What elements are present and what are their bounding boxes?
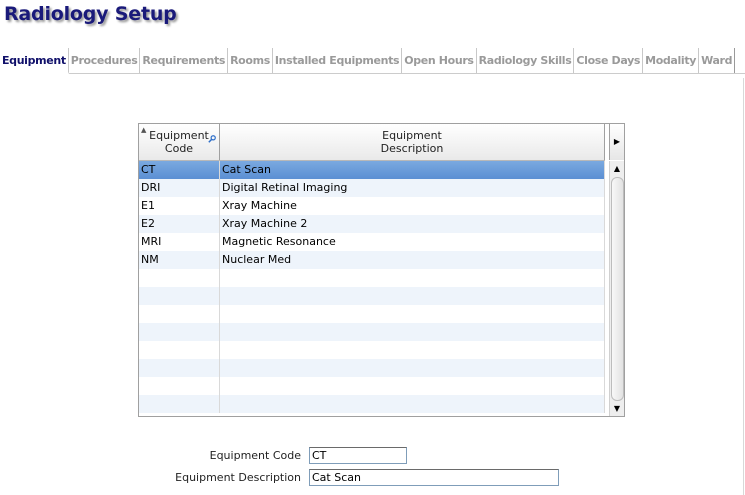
cell-equipment-code — [139, 269, 220, 287]
cell-equipment-description: Xray Machine 2 — [220, 215, 605, 233]
empty-table-row — [139, 359, 605, 377]
equipment-grid: ▲ Equipment Code Equipment Description ▶… — [138, 123, 625, 417]
empty-table-row — [139, 287, 605, 305]
tab-equipment[interactable]: Equipment — [0, 48, 69, 74]
empty-table-row — [139, 323, 605, 341]
cell-equipment-description — [220, 341, 605, 359]
grid-body: CT Cat Scan DRI Digital Retinal Imaging E1 Xr… — [139, 161, 605, 416]
tab-installed-equipments[interactable]: Installed Equipments — [273, 48, 403, 73]
empty-table-row — [139, 377, 605, 395]
cell-equipment-description — [220, 323, 605, 341]
table-row[interactable]: E1 Xray Machine — [139, 197, 605, 215]
cell-equipment-description — [220, 305, 605, 323]
tab-open-hours[interactable]: Open Hours — [402, 48, 477, 73]
empty-table-row — [139, 395, 605, 413]
column-header-equipment-code[interactable]: ▲ Equipment Code — [139, 124, 220, 160]
cell-equipment-description: Cat Scan — [220, 161, 605, 179]
table-row[interactable]: DRI Digital Retinal Imaging — [139, 179, 605, 197]
sort-indicator-icon: ▲ — [141, 126, 147, 134]
cell-equipment-code — [139, 287, 220, 305]
tab-modality[interactable]: Modality — [643, 48, 700, 73]
equipment-code-label: Equipment Code — [209, 449, 301, 462]
tab-requirements[interactable]: Requirements — [140, 48, 229, 73]
magnifier-icon[interactable] — [208, 135, 216, 143]
cell-equipment-code — [139, 359, 220, 377]
table-row[interactable]: NM Nuclear Med — [139, 251, 605, 269]
tab-close-days[interactable]: Close Days — [574, 48, 644, 73]
cell-equipment-code — [139, 323, 220, 341]
table-row[interactable]: CT Cat Scan — [139, 161, 605, 179]
cell-equipment-code — [139, 377, 220, 395]
triangle-up-icon: ▲ — [613, 164, 621, 173]
column-menu-button[interactable]: ▶ — [609, 124, 624, 160]
cell-equipment-code: MRI — [139, 233, 220, 251]
equipment-code-field[interactable] — [309, 447, 407, 464]
table-row[interactable]: E2 Xray Machine 2 — [139, 215, 605, 233]
tab-procedures[interactable]: Procedures — [69, 48, 141, 73]
cell-equipment-code: DRI — [139, 179, 220, 197]
cell-equipment-description — [220, 359, 605, 377]
cell-equipment-code: E1 — [139, 197, 220, 215]
scrollbar-thumb[interactable] — [611, 177, 624, 401]
panel-right-border — [743, 78, 744, 495]
cell-equipment-code — [139, 395, 220, 413]
cell-equipment-description: Digital Retinal Imaging — [220, 179, 605, 197]
equipment-description-label: Equipment Description — [175, 471, 301, 484]
triangle-right-icon: ▶ — [613, 137, 621, 146]
column-header-equipment-description[interactable]: Equipment Description — [220, 124, 605, 160]
table-row[interactable]: MRI Magnetic Resonance — [139, 233, 605, 251]
cell-equipment-code — [139, 305, 220, 323]
tab-ward[interactable]: Ward — [699, 48, 736, 73]
cell-equipment-description: Xray Machine — [220, 197, 605, 215]
scroll-up-button[interactable]: ▲ — [610, 161, 624, 176]
cell-equipment-code: E2 — [139, 215, 220, 233]
cell-equipment-code: NM — [139, 251, 220, 269]
cell-equipment-description: Nuclear Med — [220, 251, 605, 269]
cell-equipment-description — [220, 269, 605, 287]
grid-header: ▲ Equipment Code Equipment Description — [139, 124, 605, 161]
cell-equipment-description — [220, 377, 605, 395]
empty-table-row — [139, 341, 605, 359]
column-header-desc-line2: Description — [380, 142, 444, 155]
equipment-description-field[interactable] — [309, 469, 559, 486]
cell-equipment-code: CT — [139, 161, 220, 179]
empty-table-row — [139, 269, 605, 287]
column-header-code-line2: Code — [164, 142, 194, 155]
cell-equipment-description: Magnetic Resonance — [220, 233, 605, 251]
cell-equipment-description — [220, 287, 605, 305]
tab-bar: Equipment Procedures Requirements Rooms Inst… — [0, 48, 745, 74]
scroll-down-button[interactable]: ▼ — [610, 401, 624, 416]
column-header-code-line1: Equipment — [149, 129, 209, 142]
page-title: Radiology Setup — [4, 3, 177, 25]
grid-vertical-scrollbar[interactable]: ▲ ▼ — [609, 161, 624, 416]
tab-rooms[interactable]: Rooms — [228, 48, 273, 73]
tab-list: Equipment Procedures Requirements Rooms Inst… — [0, 48, 736, 74]
triangle-down-icon: ▼ — [613, 404, 621, 413]
empty-table-row — [139, 305, 605, 323]
tab-radiology-skills[interactable]: Radiology Skills — [477, 48, 575, 73]
cell-equipment-code — [139, 341, 220, 359]
cell-equipment-description — [220, 395, 605, 413]
column-header-desc-line1: Equipment — [382, 129, 442, 142]
